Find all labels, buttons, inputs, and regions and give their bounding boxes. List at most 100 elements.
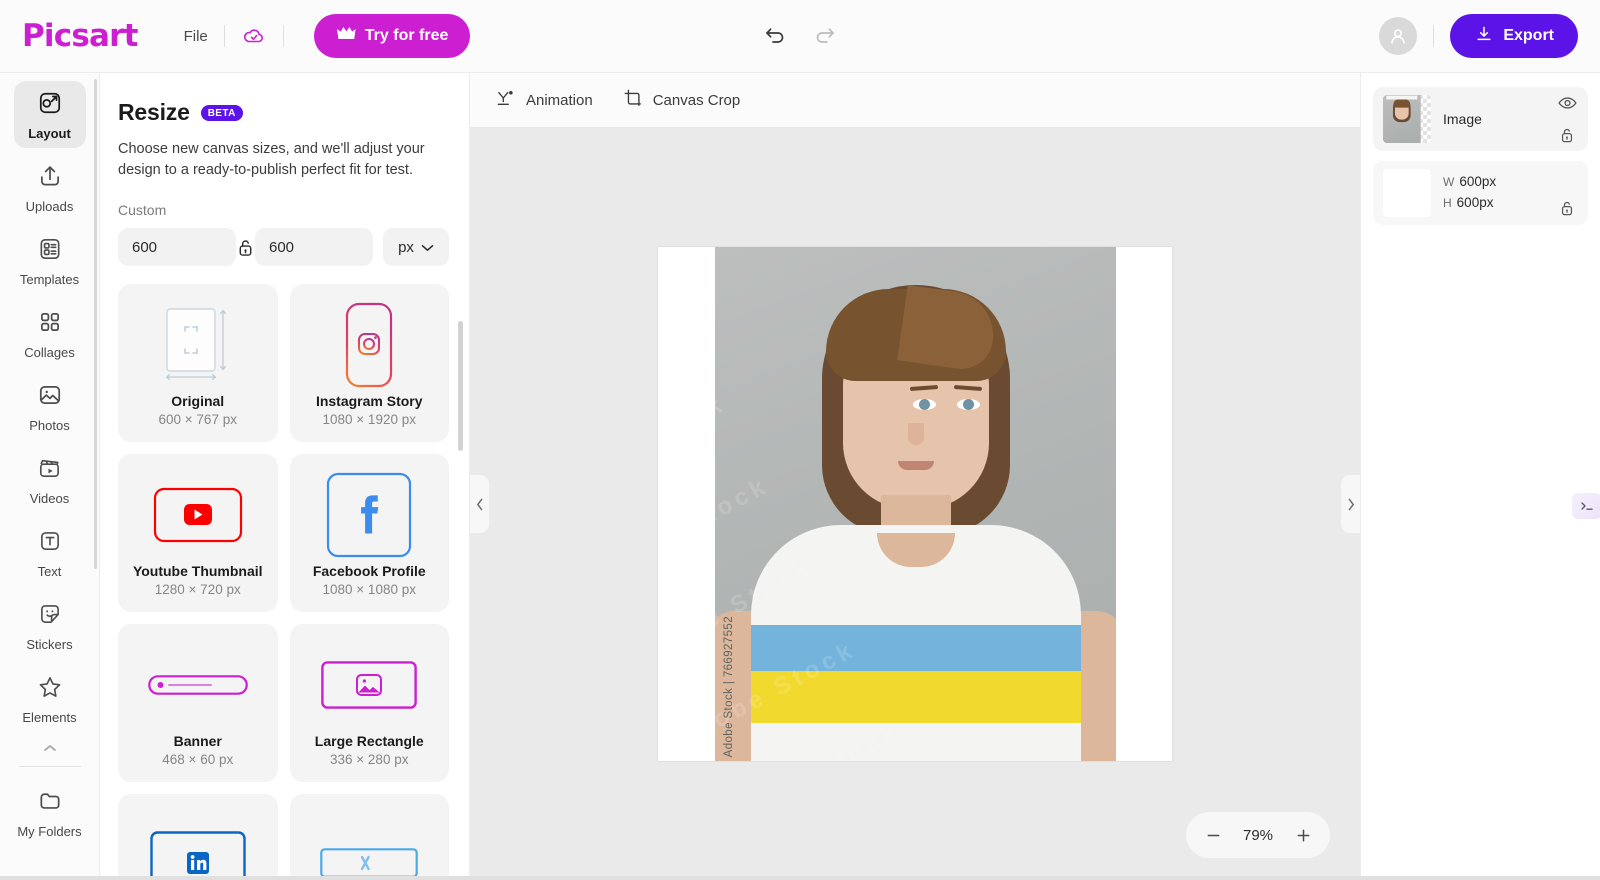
sidebar-item-photos[interactable]: Photos [14,373,86,440]
zoom-out-button[interactable] [1196,818,1230,852]
preset-name: Youtube Thumbnail [132,563,263,580]
preset-card-linkedin[interactable]: LinkedIn Post [118,794,278,880]
canvas-crop-button[interactable]: Canvas Crop [623,88,741,112]
templates-list-icon [37,236,63,267]
terminal-console-icon[interactable] [1572,493,1600,519]
sidebar-item-label: Uploads [25,199,74,214]
preset-dims: 600 × 767 px [158,412,237,428]
width-key: W [1443,175,1455,190]
shirt-collar [876,533,955,567]
sidebar-item-label: Stickers [26,637,73,652]
unlocked-padlock-icon[interactable] [236,237,255,258]
sidebar-item-videos[interactable]: Videos [14,446,86,513]
undo-arrow-icon[interactable] [761,22,789,50]
layer-item-background[interactable]: W 600px H 600px [1373,161,1588,225]
sidebar-item-layout[interactable]: Layout [13,81,86,148]
try-for-free-button[interactable]: Try for free [313,14,471,58]
layers-panel: Image W 600px H 600px [1360,73,1600,880]
iris-right [963,399,974,410]
facebook-icon [326,469,412,561]
youtube-icon [153,469,243,561]
sidebar-item-elements[interactable]: Elements [14,665,86,732]
preset-name: Banner [173,733,222,750]
canvas-area: Animation Canvas Crop Adobe Stock | 7669… [470,73,1360,880]
watermark-credit: Adobe Stock | 766927552 [723,615,735,757]
canvas-crop-label: Canvas Crop [652,91,741,109]
try-for-free-label: Try for free [364,27,449,44]
instagram-icon [344,299,394,391]
resize-panel: Resize BETA Choose new canvas sizes, and… [100,73,470,880]
preset-card-x[interactable]: X Post [289,794,449,880]
height-input[interactable] [255,228,373,267]
layer-thumbnail [1383,169,1431,217]
layer-thumbnail-photo [1383,95,1431,143]
width-input[interactable] [118,228,236,267]
layer-name: Image [1443,111,1482,127]
sidebar-item-label: Templates [19,272,80,287]
zoom-in-button[interactable] [1286,818,1320,852]
chevron-down-icon [421,239,434,256]
preset-grid: Original 600 × 767 px Instagram Story 10… [100,284,469,880]
file-menu[interactable]: File [184,28,208,45]
collapse-right-panel-button[interactable] [1341,475,1360,533]
zoom-level-value[interactable]: 79% [1232,827,1284,844]
sidebar-item-templates[interactable]: Templates [14,227,86,294]
eye-visible-icon[interactable] [1556,92,1578,114]
unit-select[interactable]: px [383,228,449,267]
preset-dims: 1280 × 720 px [154,582,241,598]
preset-card-banner[interactable]: Banner 468 × 60 px [118,624,278,783]
artboard[interactable]: Adobe Stock Adobe Stock Adobe Stock Adob… [658,247,1172,761]
sticker-smiley-icon [37,601,63,632]
undo-redo-group [761,22,839,50]
chevron-up-more-icon[interactable] [39,740,61,758]
cloud-check-icon[interactable] [241,23,267,49]
sidebar-item-stickers[interactable]: Stickers [14,592,86,659]
preset-card-facebook-profile[interactable]: Facebook Profile 1080 × 1080 px [289,454,449,613]
unlocked-padlock-icon[interactable] [1556,197,1578,219]
redo-arrow-icon[interactable] [811,22,839,50]
linkedin-icon [150,817,246,880]
custom-size-row: px [118,228,449,267]
panel-scrollbar[interactable] [458,321,463,451]
canvas-image-layer[interactable]: Adobe Stock Adobe Stock Adobe Stock Adob… [715,247,1116,761]
layer-item-image[interactable]: Image [1373,87,1588,151]
zoom-control: 79% [1186,812,1330,858]
divider [18,766,81,767]
picsart-logo[interactable]: Picsart [22,20,138,52]
layout-resize-icon [37,90,63,121]
canvas-stage[interactable]: Adobe Stock Adobe Stock Adobe Stock Adob… [470,128,1360,880]
resize-panel-header: Resize BETA Choose new canvas sizes, and… [100,73,469,267]
sidebar-item-my-folders[interactable]: My Folders [14,779,86,846]
layer-width-row: W 600px [1443,172,1496,193]
image-rectangle-icon [321,639,418,731]
star-icon [37,674,63,705]
preset-card-original[interactable]: Original 600 × 767 px [118,284,278,443]
layer-dimensions: W 600px H 600px [1443,172,1496,214]
sidebar-scrollbar[interactable] [94,79,97,569]
layer-actions [1556,161,1578,225]
layer-height-row: H 600px [1443,193,1496,214]
sidebar-item-collages[interactable]: Collages [14,300,86,367]
video-clapper-icon [37,455,63,486]
user-avatar-icon[interactable] [1379,17,1418,55]
unit-value: px [398,238,414,256]
nose [907,423,924,445]
export-button[interactable]: Export [1450,14,1578,58]
unlocked-padlock-icon[interactable] [1556,124,1578,146]
x-twitter-icon [320,817,419,880]
canvas-toolbar: Animation Canvas Crop [470,73,1360,128]
collapse-left-panel-button[interactable] [470,475,489,533]
preset-card-instagram-story[interactable]: Instagram Story 1080 × 1920 px [289,284,449,443]
preset-card-youtube-thumbnail[interactable]: Youtube Thumbnail 1280 × 720 px [118,454,278,613]
divider [282,25,284,47]
sidebar-item-text[interactable]: Text [14,519,86,586]
shirt-stripe-blue [750,625,1081,673]
export-label: Export [1503,27,1554,44]
sidebar-item-uploads[interactable]: Uploads [14,154,86,221]
thumbnail-mini-render [1383,95,1421,143]
tshirt [750,525,1081,761]
animation-button[interactable]: Animation [496,89,593,111]
horizontal-scrollbar[interactable] [0,876,1600,880]
preset-card-large-rectangle[interactable]: Large Rectangle 336 × 280 px [289,624,449,783]
original-frame-icon [161,299,235,391]
